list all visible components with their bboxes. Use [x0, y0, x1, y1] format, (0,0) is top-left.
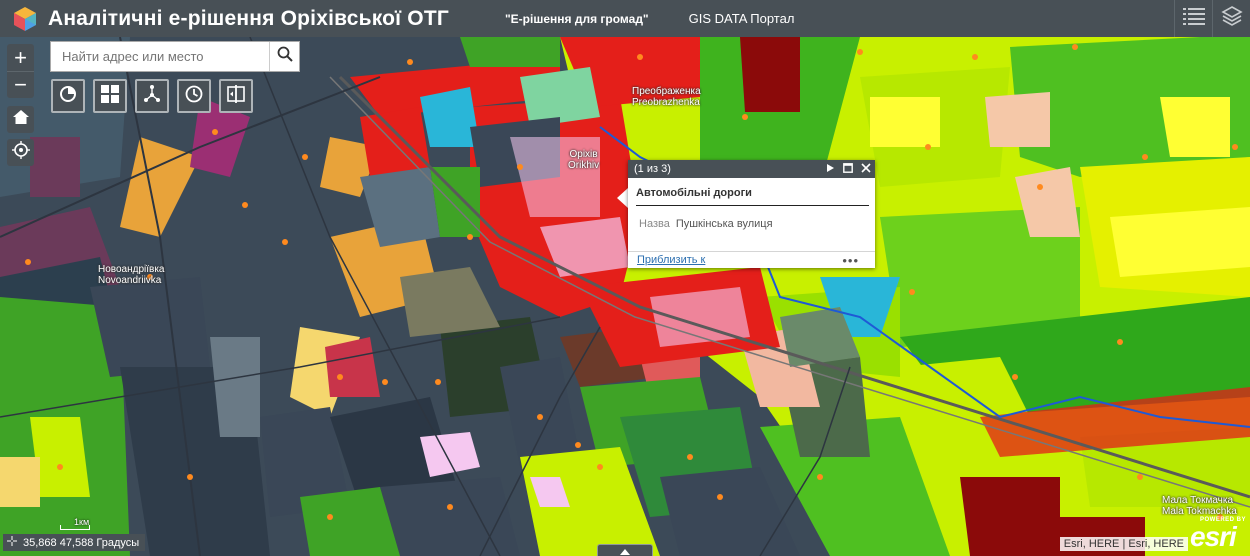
- popup-layer-title: Автомобільні дороги: [636, 187, 869, 206]
- zoom-out-button[interactable]: −: [7, 71, 34, 98]
- share-button[interactable]: [135, 79, 169, 113]
- grid-icon: [100, 84, 120, 109]
- link-gis-data-portal[interactable]: GIS DATA Портал: [689, 11, 795, 26]
- home-button[interactable]: [7, 106, 34, 133]
- map-attribution: Esri, HERE | Esri, HERE: [1059, 537, 1188, 551]
- locate-icon: [11, 141, 30, 164]
- attribute-table-toggle[interactable]: [597, 544, 653, 556]
- scale-label: 1км: [74, 517, 90, 527]
- search-button[interactable]: [269, 42, 299, 71]
- label-novoandriivka-text: Новоандріївка Novoandriivka: [98, 264, 165, 286]
- label-mala-tokmachka: Мала Токмачка Mala Tokmachka: [1162, 495, 1237, 517]
- list-button[interactable]: [1174, 0, 1212, 37]
- app-title: Аналітичні е-рішення Оріхівської ОТГ: [48, 6, 449, 30]
- share-network-icon: [142, 84, 162, 109]
- home-icon: [12, 108, 30, 131]
- time-slider-button[interactable]: [177, 79, 211, 113]
- basemap-gallery-button[interactable]: [93, 79, 127, 113]
- popup-attribute-row: Назва Пушкінська вулиця: [639, 218, 867, 230]
- land-use-map: [0, 37, 1250, 556]
- coordinate-readout[interactable]: 35,868 47,588 Градусы: [3, 534, 146, 551]
- crosshair-icon: [7, 536, 17, 549]
- popup-footer: Приблизить к •••: [628, 251, 875, 268]
- popup-next-button[interactable]: [821, 160, 839, 178]
- coordinate-text: 35,868 47,588 Градусы: [23, 536, 140, 549]
- popup-zoom-to-link[interactable]: Приблизить к: [637, 254, 842, 266]
- chart-pie-icon: [58, 84, 78, 109]
- popup-close-button[interactable]: [857, 160, 875, 178]
- esri-brand: esri: [1190, 521, 1237, 552]
- locate-button[interactable]: [7, 139, 34, 166]
- popup-counter: (1 из 3): [634, 163, 671, 175]
- label-preobrazhenka: Преображенка Preobrazhenka: [632, 86, 701, 108]
- popup-field-value: Пушкінська вулиця: [675, 218, 773, 230]
- cube-logo-icon: [12, 6, 38, 32]
- label-orikhiv-text: Оріхів Orikhiv: [568, 149, 600, 171]
- zoom-control: + −: [7, 44, 34, 98]
- search-icon: [277, 46, 293, 67]
- popup-maximize-button[interactable]: [839, 160, 857, 178]
- layers-icon: [1220, 5, 1243, 32]
- list-icon: [1182, 7, 1205, 30]
- maximize-icon: [843, 162, 853, 176]
- chevron-up-icon: [620, 542, 630, 556]
- popup-more-button[interactable]: •••: [842, 253, 859, 268]
- app-header: Аналітичні е-рішення Оріхівської ОТГ "Е-…: [0, 0, 1250, 37]
- swipe-button[interactable]: [219, 79, 253, 113]
- label-orikhiv: Оріхів Orikhiv: [568, 149, 599, 171]
- label-preobrazhenka-text: Преображенка Preobrazhenka: [632, 86, 701, 108]
- swipe-icon: [226, 84, 246, 109]
- popup-pointer: [617, 188, 628, 208]
- label-novoandriivka: Новоандріївка Novoandriivka: [98, 264, 165, 286]
- search-box: [50, 41, 300, 72]
- popup-field-name: Назва: [639, 218, 670, 230]
- close-icon: [861, 162, 871, 176]
- zoom-in-button[interactable]: +: [7, 44, 34, 71]
- search-input[interactable]: [51, 42, 269, 71]
- play-next-icon: [826, 163, 834, 175]
- feature-popup: (1 из 3) Автомобільні дороги Назва Пушкі…: [628, 160, 875, 268]
- infographic-button[interactable]: [51, 79, 85, 113]
- link-e-solutions[interactable]: "Е-рішення для громад": [505, 12, 649, 26]
- esri-logo: POWERED BY esri: [1190, 517, 1246, 553]
- popup-header: (1 из 3): [628, 160, 875, 178]
- widget-toolbar: [51, 79, 253, 113]
- layers-button[interactable]: [1212, 0, 1250, 37]
- label-mala-tokmachka-text: Мала Токмачка Mala Tokmachka: [1162, 495, 1237, 517]
- time-icon: [184, 84, 204, 109]
- map-view[interactable]: Преображенка Preobrazhenka Оріхів Orikhi…: [0, 37, 1250, 556]
